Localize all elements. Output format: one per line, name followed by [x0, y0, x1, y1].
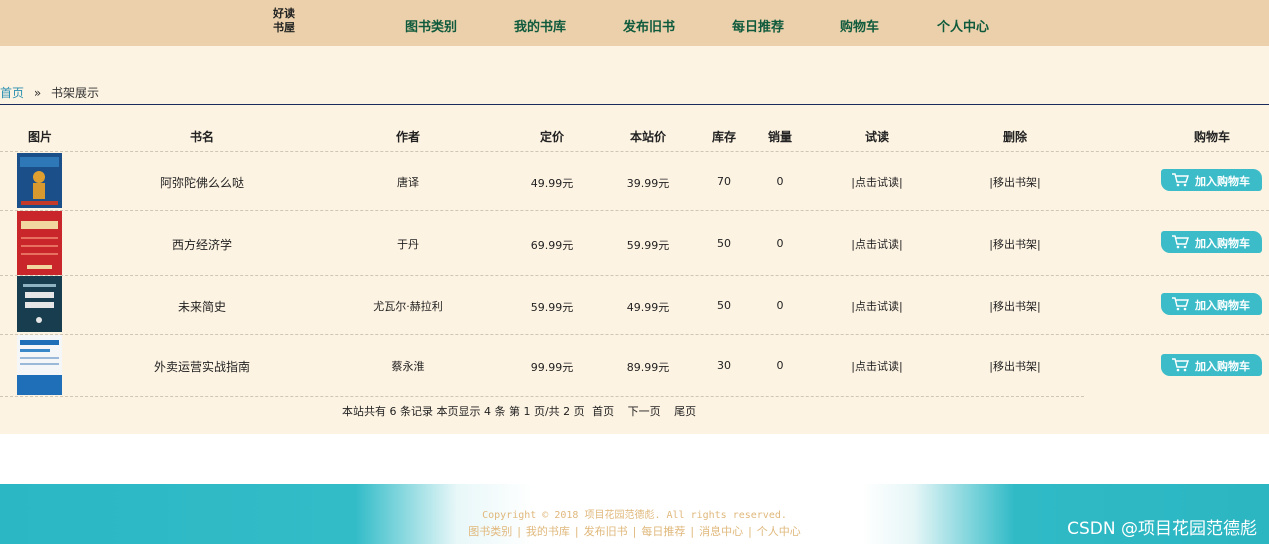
add-to-cart-label: 加入购物车: [1195, 175, 1250, 188]
col-header-stock: 库存: [711, 130, 736, 144]
add-to-cart-button[interactable]: 加入购物车: [1161, 293, 1262, 315]
col-header-price: 定价: [539, 130, 564, 144]
book-stock: 70: [717, 175, 731, 188]
book-sales: 0: [776, 237, 784, 250]
add-to-cart-button[interactable]: 加入购物车: [1161, 169, 1262, 191]
book-site-price: 89.99元: [626, 361, 670, 374]
breadcrumb-current: 书架展示: [51, 86, 100, 100]
row-divider: [0, 210, 1269, 211]
shopping-cart-icon: [1172, 173, 1189, 187]
col-header-image: 图片: [27, 130, 52, 144]
trial-read-link[interactable]: |点击试读|: [827, 236, 927, 252]
col-header-title: 书名: [189, 130, 214, 144]
add-to-cart-label: 加入购物车: [1195, 360, 1250, 373]
row-divider: [0, 275, 1269, 276]
book-stock: 30: [717, 359, 731, 372]
book-cover-future-history-icon[interactable]: [17, 276, 62, 332]
book-sales: 0: [776, 175, 784, 188]
book-sales: 0: [776, 359, 784, 372]
add-to-cart-label: 加入购物车: [1195, 299, 1250, 312]
book-stock: 50: [717, 299, 731, 312]
footer-separator: |: [632, 525, 637, 538]
trial-read-link[interactable]: |点击试读|: [827, 298, 927, 314]
col-header-author: 作者: [395, 130, 420, 144]
logo-line-1: 好读: [273, 7, 295, 20]
remove-from-shelf-link[interactable]: |移出书架|: [965, 358, 1065, 374]
nav-daily-recommend[interactable]: 每日推荐: [732, 16, 784, 35]
csdn-watermark: CSDN @项目花园范德彪: [1067, 519, 1257, 539]
add-to-cart-button[interactable]: 加入购物车: [1161, 354, 1262, 376]
add-to-cart-label: 加入购物车: [1195, 237, 1250, 250]
book-price: 99.99元: [530, 361, 574, 374]
footer-link-message-center[interactable]: 消息中心: [699, 525, 743, 538]
footer-separator: |: [517, 525, 521, 538]
book-cover-amituofo-icon[interactable]: [17, 153, 62, 208]
col-header-trial: 试读: [864, 130, 889, 144]
col-header-sales: 销量: [767, 130, 792, 144]
book-site-price: 49.99元: [626, 301, 670, 314]
book-price: 59.99元: [530, 301, 574, 314]
book-author: 蔡永淮: [391, 360, 425, 373]
book-author: 尤瓦尔·赫拉利: [373, 300, 443, 313]
book-author: 于丹: [397, 238, 419, 251]
book-cover-economics-icon[interactable]: [17, 211, 62, 275]
remove-from-shelf-link[interactable]: |移出书架|: [965, 298, 1065, 314]
book-site-price: 39.99元: [626, 177, 670, 190]
footer-separator: |: [748, 525, 752, 538]
nav-shopping-cart[interactable]: 购物车: [840, 16, 879, 35]
footer-separator: |: [690, 525, 695, 538]
nav-book-categories[interactable]: 图书类别: [405, 16, 457, 35]
col-header-site-price: 本站价: [629, 130, 666, 144]
pagination-summary: 本站共有 6 条记录 本页显示 4 条 第 1 页/共 2 页: [342, 405, 585, 418]
footer-link-book-categories[interactable]: 图书类别: [468, 525, 512, 538]
row-divider: [0, 334, 1269, 335]
book-title: 阿弥陀佛么么哒: [159, 176, 244, 190]
add-to-cart-button[interactable]: 加入购物车: [1161, 231, 1262, 253]
remove-from-shelf-link[interactable]: |移出书架|: [965, 236, 1065, 252]
book-title: 外卖运营实战指南: [153, 360, 250, 374]
footer-separator: |: [574, 525, 579, 538]
shopping-cart-icon: [1172, 235, 1189, 249]
trial-read-link[interactable]: |点击试读|: [827, 174, 927, 190]
trial-read-link[interactable]: |点击试读|: [827, 358, 927, 374]
breadcrumb-home-link[interactable]: 首页: [0, 86, 24, 100]
bookshelf-content: 首页 » 书架展示 图片 书名 作者 定价 本站价 库存 销量 试读 删除 购物…: [0, 46, 1269, 434]
col-header-remove: 删除: [1002, 130, 1027, 144]
book-author: 唐译: [397, 176, 419, 189]
shopping-cart-icon: [1172, 358, 1189, 372]
remove-from-shelf-link[interactable]: |移出书架|: [965, 174, 1065, 190]
row-divider: [0, 396, 1084, 397]
pagination: 本站共有 6 条记录 本页显示 4 条 第 1 页/共 2 页 首页 下一页 尾…: [342, 403, 696, 419]
book-sales: 0: [776, 299, 784, 312]
row-divider: [0, 151, 1269, 152]
footer-link-publish-used-book[interactable]: 发布旧书: [584, 525, 628, 538]
footer-link-personal-center[interactable]: 个人中心: [757, 525, 801, 538]
nav-publish-used-book[interactable]: 发布旧书: [623, 16, 675, 35]
logo-line-2: 书屋: [273, 21, 295, 34]
book-title: 未来简史: [177, 300, 226, 314]
book-stock: 50: [717, 237, 731, 250]
breadcrumb-separator: »: [33, 86, 42, 100]
site-logo[interactable]: 好读 书屋: [268, 7, 300, 35]
page-footer: Copyright © 2018 项目花园范德彪. All rights res…: [0, 484, 1269, 544]
breadcrumb-divider: [0, 104, 1269, 105]
breadcrumb: 首页 » 书架展示: [0, 84, 99, 101]
pagination-last-link[interactable]: 尾页: [674, 405, 696, 418]
top-nav-bar: 好读 书屋 图书类别 我的书库 发布旧书 每日推荐 购物车 个人中心: [0, 0, 1269, 46]
footer-link-daily-recommend[interactable]: 每日推荐: [641, 525, 685, 538]
book-price: 69.99元: [530, 239, 574, 252]
book-price: 49.99元: [530, 177, 574, 190]
footer-link-my-library[interactable]: 我的书库: [526, 525, 570, 538]
nav-personal-center[interactable]: 个人中心: [937, 16, 989, 35]
pagination-next-link[interactable]: 下一页: [628, 405, 661, 418]
col-header-cart: 购物车: [1193, 130, 1230, 144]
nav-my-library[interactable]: 我的书库: [514, 16, 566, 35]
book-site-price: 59.99元: [626, 239, 670, 252]
book-cover-takeout-guide-icon[interactable]: [17, 335, 62, 395]
shopping-cart-icon: [1172, 297, 1189, 311]
book-title: 西方经济学: [171, 238, 232, 252]
pagination-first-link[interactable]: 首页: [592, 405, 614, 418]
